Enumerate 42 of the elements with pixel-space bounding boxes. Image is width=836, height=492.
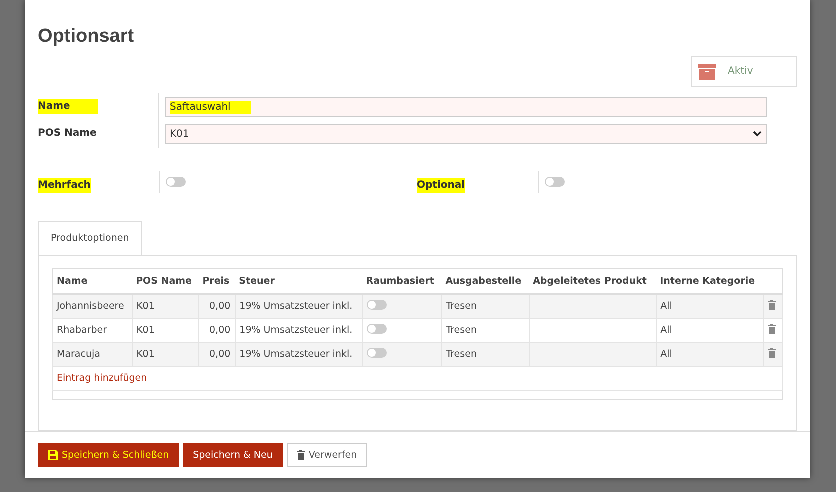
table-cell: Tresen [442,294,530,318]
table-cell: Maracuja [52,342,132,366]
toggle-switch[interactable] [366,324,387,334]
trash-icon [768,300,776,310]
table-cell: K01 [132,342,199,366]
discard-button[interactable]: Verwerfen [286,443,368,467]
trash-icon [296,450,305,460]
chevron-down-icon [753,131,762,137]
tab[interactable]: Produktoptionen [38,221,142,256]
table-cell: 19% Umsatzsteuer inkl. [235,318,362,342]
save-button[interactable]: Speichern & Neu [183,443,283,467]
table-cell: 0,00 [198,318,236,342]
toggle-switch[interactable] [166,177,186,187]
table-cell: All [656,342,764,366]
table-cell: 0,00 [198,294,236,318]
table-cell: Johannisbeere [52,294,132,318]
input-field[interactable]: Saftauswahl [165,97,767,117]
table-cell: Tresen [442,342,530,366]
field-label: Name [38,99,98,114]
dialog-title: Optionsart [38,26,136,48]
toggle-label: Mehrfach [38,178,91,192]
select-field[interactable]: K01 [165,124,767,144]
toggle-switch[interactable] [366,300,387,310]
add-entry-link[interactable]: Eintrag hinzufügen [57,373,148,384]
save-button[interactable]: Speichern & Schließen [38,443,180,467]
toggle-label: Optional [417,178,466,192]
table-cell: K01 [132,318,199,342]
trash-icon [768,348,776,358]
table-cell: All [656,318,764,342]
save-icon [48,450,58,460]
table-cell: 19% Umsatzsteuer inkl. [235,342,362,366]
archive-box-icon [698,64,716,80]
trash-icon [768,324,776,334]
toggle-switch[interactable] [366,348,387,358]
table-cell: Tresen [442,318,530,342]
table-cell: 0,00 [198,342,236,366]
field-label: POS Name [38,127,97,141]
table-cell: Rhabarber [52,318,132,342]
toggle-switch[interactable] [545,177,565,187]
table-cell: 19% Umsatzsteuer inkl. [235,294,362,318]
table-cell: K01 [132,294,199,318]
table-cell: All [656,294,764,318]
